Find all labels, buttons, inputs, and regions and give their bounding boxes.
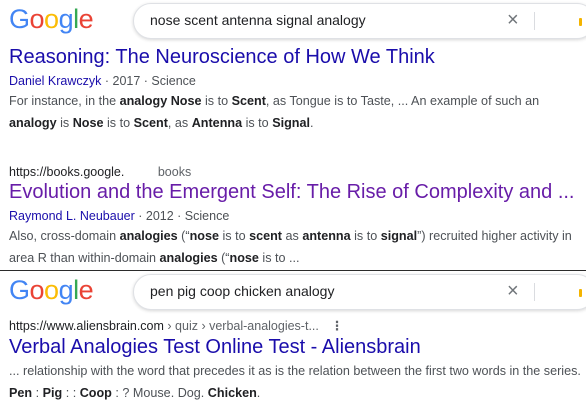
google-logo[interactable]: Google xyxy=(9,274,94,306)
logo-letter: g xyxy=(58,275,74,305)
logo-letter: g xyxy=(58,4,74,34)
snippet-highlight: analogy Nose xyxy=(119,94,202,108)
logo-letter: G xyxy=(9,4,30,34)
logo-letter: G xyxy=(9,275,30,305)
snippet-text: . xyxy=(309,116,314,130)
result-title-aliensbrain[interactable]: Verbal Analogies Test Online Test - Alie… xyxy=(9,335,421,359)
search-box[interactable]: nose scent antenna signal analogy × xyxy=(133,3,586,39)
snippet-highlight: Chicken xyxy=(207,386,257,400)
snippet-highlight: Pen xyxy=(9,386,33,400)
search-box[interactable]: pen pig coop chicken analogy × xyxy=(133,274,586,310)
snippet-highlight: signal xyxy=(380,229,418,243)
result-url-domain[interactable]: https://www.aliensbrain.com xyxy=(9,319,164,333)
logo-letter: o xyxy=(44,4,59,34)
snippet-highlight: Scent xyxy=(133,116,168,130)
snippet-text: Also, cross-domain xyxy=(9,229,120,243)
search-divider xyxy=(534,283,535,301)
logo-letter: o xyxy=(29,275,45,305)
snippet-text: ... relationship with the word that prec… xyxy=(9,364,581,378)
snippet-text: : ? Mouse. Dog. xyxy=(111,386,208,400)
snippet-highlight: Pig xyxy=(42,386,63,400)
snippet-highlight: Nose xyxy=(72,116,104,130)
snippet-text: . xyxy=(256,386,261,400)
snippet-highlight: analogies xyxy=(159,251,218,265)
snippet-text: is to xyxy=(103,116,134,130)
result-meta: Raymond L. Neubauer · 2012 · Science xyxy=(9,209,229,223)
result-title-evolution[interactable]: Evolution and the Emergent Self: The Ris… xyxy=(9,180,575,204)
logo-letter: o xyxy=(44,275,59,305)
logo-letter: e xyxy=(78,275,94,305)
logo-letter: o xyxy=(29,4,45,34)
snippet-text: : : xyxy=(62,386,80,400)
result-url-crumb: books xyxy=(157,165,192,179)
snippet-highlight: analogy xyxy=(9,116,57,130)
snippet-text: , as xyxy=(167,116,192,130)
snippet-text: is xyxy=(56,116,73,130)
google-logo[interactable]: Google xyxy=(9,3,94,35)
snippet-highlight: nose xyxy=(189,229,219,243)
snippet-text: (“ xyxy=(177,229,190,243)
search-input[interactable]: nose scent antenna signal analogy xyxy=(150,12,366,28)
snippet-text: is to xyxy=(201,94,232,108)
snippet-highlight: Antenna xyxy=(191,116,243,130)
clear-icon[interactable]: × xyxy=(507,8,519,32)
snippet-highlight: scent xyxy=(249,229,282,243)
result-url-domain[interactable]: https://books.google. xyxy=(9,165,124,179)
result-url-crumb: › quiz › verbal-analogies-t... xyxy=(163,319,319,333)
result-url[interactable]: https://books.google. books xyxy=(9,165,191,179)
result-snippet: ... relationship with the word that prec… xyxy=(9,360,584,404)
search-header: Google pen pig coop chicken analogy × xyxy=(0,271,586,311)
snippet-text: is to xyxy=(242,116,273,130)
result-meta: Daniel Krawczyk · 2017 · Science xyxy=(9,74,196,88)
result-snippet: Also, cross-domain analogies (“nose is t… xyxy=(9,225,584,269)
snippet-text: as xyxy=(282,229,303,243)
result-snippet: For instance, in the analogy Nose is to … xyxy=(9,90,584,134)
snippet-text: is to xyxy=(218,229,250,243)
snippet-text: (“ xyxy=(217,251,230,265)
more-options-icon[interactable]: ⋮ xyxy=(331,319,344,333)
result-date-category: · 2017 · Science xyxy=(101,74,196,88)
snippet-text: is to ... xyxy=(258,251,300,265)
snippet-text: is to xyxy=(350,229,381,243)
snippet-text: , as Tongue is to Taste, ... An example … xyxy=(265,94,540,108)
result-url[interactable]: https://www.aliensbrain.com › quiz › ver… xyxy=(9,318,343,333)
snippet-highlight: Signal xyxy=(272,116,310,130)
clear-icon[interactable]: × xyxy=(507,279,519,303)
snippet-highlight: analogies xyxy=(119,229,178,243)
search-input[interactable]: pen pig coop chicken analogy xyxy=(150,283,334,299)
search-divider xyxy=(534,12,535,30)
result-author[interactable]: Raymond L. Neubauer xyxy=(9,209,135,223)
snippet-text: : xyxy=(32,386,43,400)
logo-letter: e xyxy=(78,4,94,34)
snippet-highlight: Coop xyxy=(79,386,112,400)
search-results-panel-2: Google pen pig coop chicken analogy × ht… xyxy=(0,270,586,413)
snippet-highlight: antenna xyxy=(302,229,351,243)
snippet-text: For instance, in the xyxy=(9,94,120,108)
snippet-highlight: nose xyxy=(229,251,259,265)
snippet-highlight: Scent xyxy=(231,94,266,108)
voice-search-icon[interactable] xyxy=(579,18,582,26)
result-author[interactable]: Daniel Krawczyk xyxy=(9,74,101,88)
search-header: Google nose scent antenna signal analogy… xyxy=(0,0,586,40)
search-results-panel-1: Google nose scent antenna signal analogy… xyxy=(0,0,586,270)
result-title-reasoning[interactable]: Reasoning: The Neuroscience of How We Th… xyxy=(9,45,435,69)
result-date-category: · 2012 · Science xyxy=(134,209,230,223)
voice-search-icon[interactable] xyxy=(579,289,582,297)
